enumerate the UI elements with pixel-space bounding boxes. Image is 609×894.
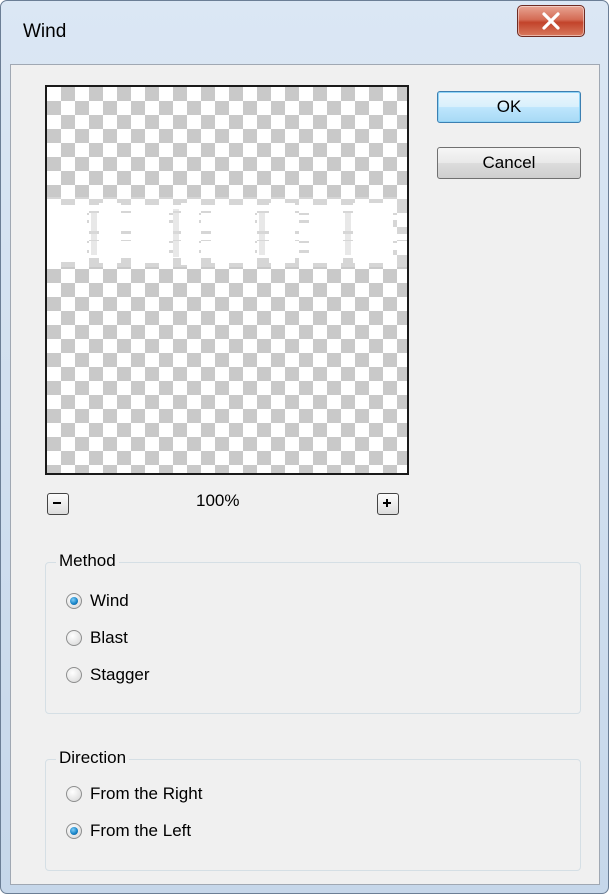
close-x-icon <box>542 12 560 30</box>
filter-preview[interactable] <box>45 85 409 475</box>
radio-from-right[interactable] <box>66 786 82 802</box>
dialog-body: 100% OK Cancel Method Wind Blast Stagger <box>10 64 600 885</box>
plus-icon <box>383 499 391 507</box>
direction-option-label: From the Left <box>90 821 192 840</box>
direction-option-label: From the Right <box>90 784 203 803</box>
zoom-out-button[interactable] <box>47 493 69 515</box>
wind-dialog-window: Wind 100% OK Cancel Method Wind Blast St… <box>0 0 609 894</box>
method-option-label: Blast <box>90 628 128 647</box>
ok-button[interactable]: OK <box>437 91 581 123</box>
direction-group-label: Direction <box>56 748 130 768</box>
title-bar[interactable]: Wind <box>1 1 608 63</box>
method-option-label: Wind <box>90 591 129 610</box>
method-group: Method Wind Blast Stagger <box>45 551 581 714</box>
wind-text-preview-image <box>47 197 407 267</box>
close-button[interactable] <box>517 5 585 37</box>
direction-group: Direction From the Right From the Left <box>45 748 581 871</box>
radio-wind[interactable] <box>66 593 82 609</box>
method-option-label: Stagger <box>90 665 150 684</box>
window-title: Wind <box>23 21 67 42</box>
method-group-label: Method <box>56 551 119 571</box>
minus-icon <box>53 502 61 504</box>
radio-stagger[interactable] <box>66 667 82 683</box>
radio-from-left[interactable] <box>66 823 82 839</box>
zoom-level: 100% <box>196 491 240 510</box>
zoom-in-button[interactable] <box>377 493 399 515</box>
radio-blast[interactable] <box>66 630 82 646</box>
cancel-button[interactable]: Cancel <box>437 147 581 179</box>
